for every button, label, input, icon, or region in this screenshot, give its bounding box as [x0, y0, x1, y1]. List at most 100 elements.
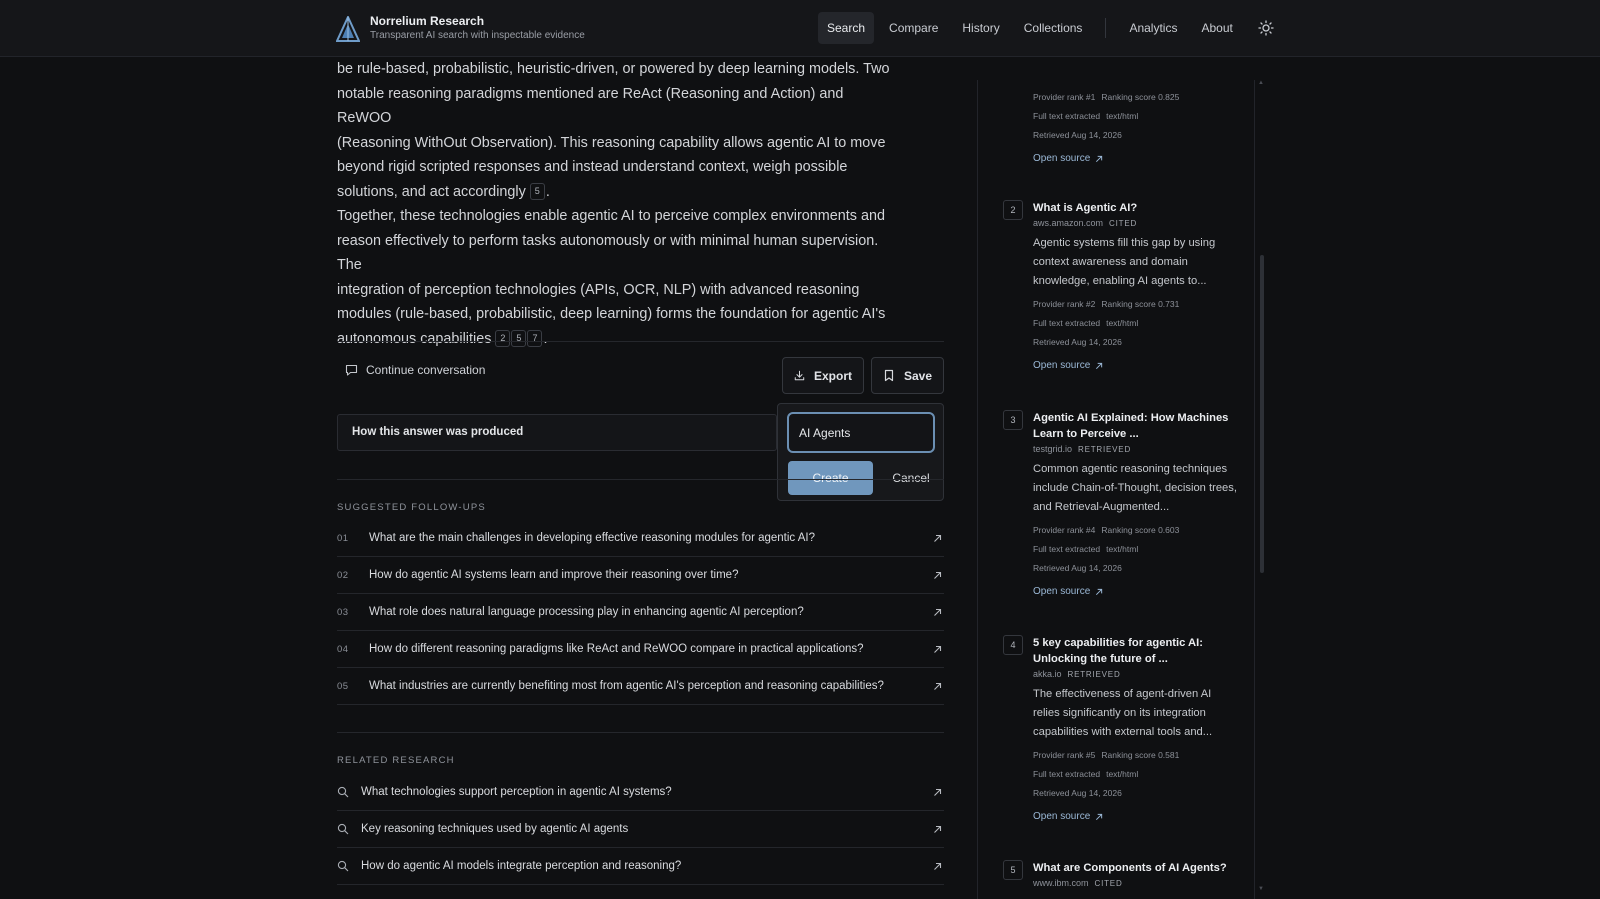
source-meta: Full text extracted text/html	[1033, 111, 1139, 121]
followup-number: 03	[337, 606, 349, 618]
divider	[337, 479, 944, 480]
save-button[interactable]: Save	[871, 357, 944, 394]
related-research-text: How do agentic AI models integrate perce…	[361, 860, 682, 872]
citation-badge[interactable]: 2	[495, 329, 511, 347]
scroll-down-arrow-icon[interactable]: ▼	[1258, 886, 1264, 892]
theme-toggle-button[interactable]	[1254, 16, 1278, 40]
nav-history[interactable]: History	[953, 12, 1008, 44]
source-meta: Full text extracted text/html	[1033, 318, 1139, 328]
followup-text: How do different reasoning paradigms lik…	[369, 643, 864, 655]
open-source-link[interactable]: Open source	[1033, 153, 1238, 164]
followup-number: 05	[337, 680, 349, 692]
related-research-text: What technologies support perception in …	[361, 786, 672, 798]
search-icon	[337, 823, 361, 835]
arrow-up-right-icon	[930, 645, 944, 654]
arrow-up-right-icon	[930, 571, 944, 580]
download-icon	[794, 370, 805, 381]
sources-panel: Provider rank #1 Ranking score 0.825 Full…	[977, 80, 1255, 899]
followup-item[interactable]: 01 What are the main challenges in devel…	[337, 520, 944, 557]
citation-badge[interactable]: 5	[529, 182, 545, 200]
continue-conversation-label: Continue conversation	[366, 363, 486, 377]
nav-divider	[1105, 18, 1107, 38]
create-collection-button[interactable]: Create	[788, 461, 873, 495]
related-research-item[interactable]: How do agentic AI models integrate perce…	[337, 848, 944, 885]
source-meta: Provider rank #1 Ranking score 0.825	[1033, 92, 1180, 102]
source-index: 2	[1003, 200, 1023, 220]
nav-search[interactable]: Search	[818, 12, 875, 44]
arrow-up-right-icon	[930, 788, 944, 797]
arrow-up-right-icon	[930, 608, 944, 617]
nav-about[interactable]: About	[1192, 12, 1241, 44]
source-domain: www.ibm.com	[1033, 878, 1089, 888]
answer-line: autonomous capabilities	[337, 330, 492, 347]
external-link-icon	[1096, 362, 1103, 369]
nav-compare[interactable]: Compare	[880, 12, 947, 44]
source-retrieved: Retrieved Aug 14, 2026	[1033, 337, 1122, 347]
source-retrieved: Retrieved Aug 14, 2026	[1033, 563, 1122, 573]
bookmark-icon	[884, 369, 894, 382]
source-meta: Provider rank #5 Ranking score 0.581	[1033, 750, 1180, 760]
source-title[interactable]: 5 key capabilities for agentic AI: Unloc…	[1033, 635, 1238, 667]
citation-badge[interactable]: 7	[527, 329, 543, 347]
followup-number: 01	[337, 532, 349, 544]
cancel-button[interactable]: Cancel	[886, 461, 936, 495]
nav-collections[interactable]: Collections	[1015, 12, 1092, 44]
brand[interactable]: Norrelium Research Transparent AI search…	[336, 14, 585, 43]
source-title[interactable]: Agentic AI Explained: How Machines Learn…	[1033, 410, 1238, 442]
followup-item[interactable]: 03 What role does natural language proce…	[337, 594, 944, 631]
answer-paragraph-2: Together, these technologies enable agen…	[337, 204, 897, 351]
source-status-badge: CITED	[1109, 219, 1138, 228]
source-retrieved: Retrieved Aug 14, 2026	[1033, 788, 1122, 798]
source-index: 5	[1003, 860, 1023, 880]
source-snippet: The effectiveness of agent-driven AI rel…	[1033, 688, 1213, 738]
followup-number: 04	[337, 643, 349, 655]
external-link-icon	[1096, 155, 1103, 162]
answer-line: reason effectively to perform tasks auto…	[337, 232, 879, 274]
arrow-up-right-icon	[930, 862, 944, 871]
open-source-link[interactable]: Open source	[1033, 586, 1238, 597]
related-research-item[interactable]: Key reasoning techniques used by agentic…	[337, 811, 944, 848]
source-snippet: Common agentic reasoning techniques incl…	[1033, 463, 1237, 513]
source-title[interactable]: What are Components of AI Agents?	[1033, 860, 1238, 876]
main-nav: Search Compare History Collections Analy…	[818, 12, 1278, 44]
open-source-link[interactable]: Open source	[1033, 360, 1238, 371]
sources-scrollbar-thumb[interactable]	[1260, 255, 1264, 573]
collection-name-input[interactable]	[787, 412, 935, 453]
source-domain: aws.amazon.com	[1033, 218, 1104, 228]
answer-line: be rule-based, probabilistic, heuristic-…	[337, 61, 890, 77]
source-title[interactable]: What is Agentic AI?	[1033, 200, 1238, 216]
citation-badge[interactable]: 5	[511, 329, 527, 347]
search-icon	[337, 860, 361, 872]
related-research-item[interactable]: What technologies support perception in …	[337, 774, 944, 811]
source-snippet: Agentic systems fill this gap by using c…	[1033, 237, 1216, 287]
sun-icon	[1258, 20, 1274, 36]
continue-conversation-button[interactable]: Continue conversation	[345, 363, 485, 377]
answer-line: modules (rule-based, probabilistic, deep…	[337, 306, 886, 322]
source-index: 3	[1003, 410, 1023, 430]
related-research-text: Key reasoning techniques used by agentic…	[361, 823, 629, 835]
source-meta: Provider rank #2 Ranking score 0.731	[1033, 299, 1180, 309]
source-status-badge: RETRIEVED	[1067, 670, 1121, 679]
divider	[337, 341, 944, 342]
followups-heading: SUGGESTED FOLLOW-UPS	[337, 502, 486, 513]
new-collection-popover: Create Cancel	[777, 403, 944, 501]
followup-text: How do agentic AI systems learn and impr…	[369, 569, 739, 581]
export-button[interactable]: Export	[782, 357, 864, 394]
followup-item[interactable]: 02 How do agentic AI systems learn and i…	[337, 557, 944, 594]
how-answer-produced-toggle[interactable]: How this answer was produced	[337, 414, 777, 451]
followup-item[interactable]: 04 How do different reasoning paradigms …	[337, 631, 944, 668]
scroll-up-arrow-icon[interactable]: ▲	[1258, 80, 1264, 86]
nav-analytics[interactable]: Analytics	[1120, 12, 1186, 44]
source-status-badge: RETRIEVED	[1078, 445, 1132, 454]
followup-item[interactable]: 05 What industries are currently benefit…	[337, 668, 944, 705]
source-meta: Full text extracted text/html	[1033, 769, 1139, 779]
source-status-badge: CITED	[1094, 879, 1123, 888]
open-source-link[interactable]: Open source	[1033, 811, 1238, 822]
external-link-icon	[1096, 588, 1103, 595]
answer-line: beyond rigid scripted responses and inst…	[337, 159, 848, 175]
answer-line: integration of perception technologies (…	[337, 281, 860, 298]
source-index: 4	[1003, 635, 1023, 655]
followup-text: What are the main challenges in developi…	[369, 532, 816, 544]
arrow-up-right-icon	[930, 825, 944, 834]
arrow-up-right-icon	[930, 682, 944, 691]
